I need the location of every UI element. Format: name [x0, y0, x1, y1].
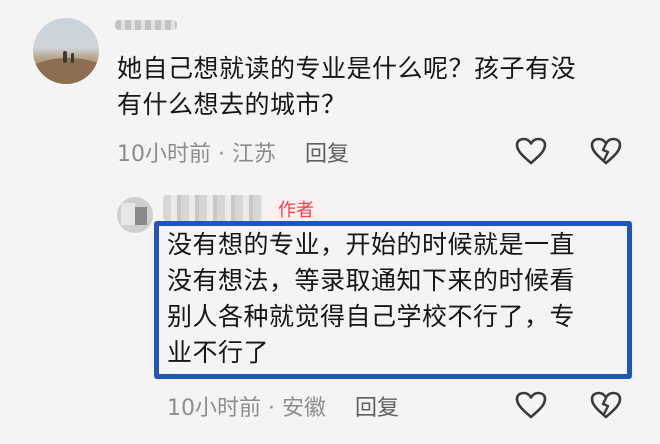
comment-text-line: 她自己想就读的专业是什么呢？孩子有没: [117, 54, 577, 83]
comment-meta: 10小时前 · 江苏 回复: [117, 136, 349, 168]
username-blurred[interactable]: [115, 20, 177, 30]
comment-text-line: 没有想的专业，开始的时候就是一直: [167, 230, 576, 259]
comment-text-line: 业不行了: [167, 338, 270, 367]
comment-time: 10小时前: [167, 396, 261, 421]
comment-text: 她自己想就读的专业是什么呢？孩子有没 有什么想去的城市？: [117, 51, 617, 123]
comment-text-line: 有什么想去的城市？: [117, 90, 347, 119]
comment-meta: 10小时前 · 安徽 回复: [167, 390, 399, 422]
heart-outline-icon: [515, 137, 547, 165]
comment-text-line: 没有想法，等录取通知下来的时候看: [167, 266, 576, 295]
meta-separator: ·: [268, 396, 282, 421]
username-blurred[interactable]: [163, 195, 263, 221]
avatar-figure: [71, 53, 74, 63]
avatar-shape: [135, 207, 147, 225]
reply-button[interactable]: 回复: [305, 142, 349, 167]
broken-heart-icon: [590, 391, 622, 419]
meta-separator: ·: [218, 142, 232, 167]
like-button[interactable]: [511, 131, 551, 171]
avatar-figure: [63, 51, 67, 63]
dislike-button[interactable]: [586, 385, 626, 425]
broken-heart-icon: [590, 137, 622, 165]
avatar[interactable]: [33, 18, 99, 84]
reply-button[interactable]: 回复: [355, 396, 399, 421]
like-button[interactable]: [511, 385, 551, 425]
comment-text-line: 别人各种就觉得自己学校不行了，专: [167, 302, 576, 331]
dislike-button[interactable]: [586, 131, 626, 171]
avatar-shape: [121, 203, 135, 225]
avatar[interactable]: [117, 197, 153, 233]
comment-location: 江苏: [232, 142, 277, 167]
comment-time: 10小时前: [117, 142, 211, 167]
comment-text: 没有想的专业，开始的时候就是一直 没有想法，等录取通知下来的时候看 别人各种就觉…: [167, 227, 627, 371]
comment-location: 安徽: [282, 396, 327, 421]
heart-outline-icon: [515, 391, 547, 419]
